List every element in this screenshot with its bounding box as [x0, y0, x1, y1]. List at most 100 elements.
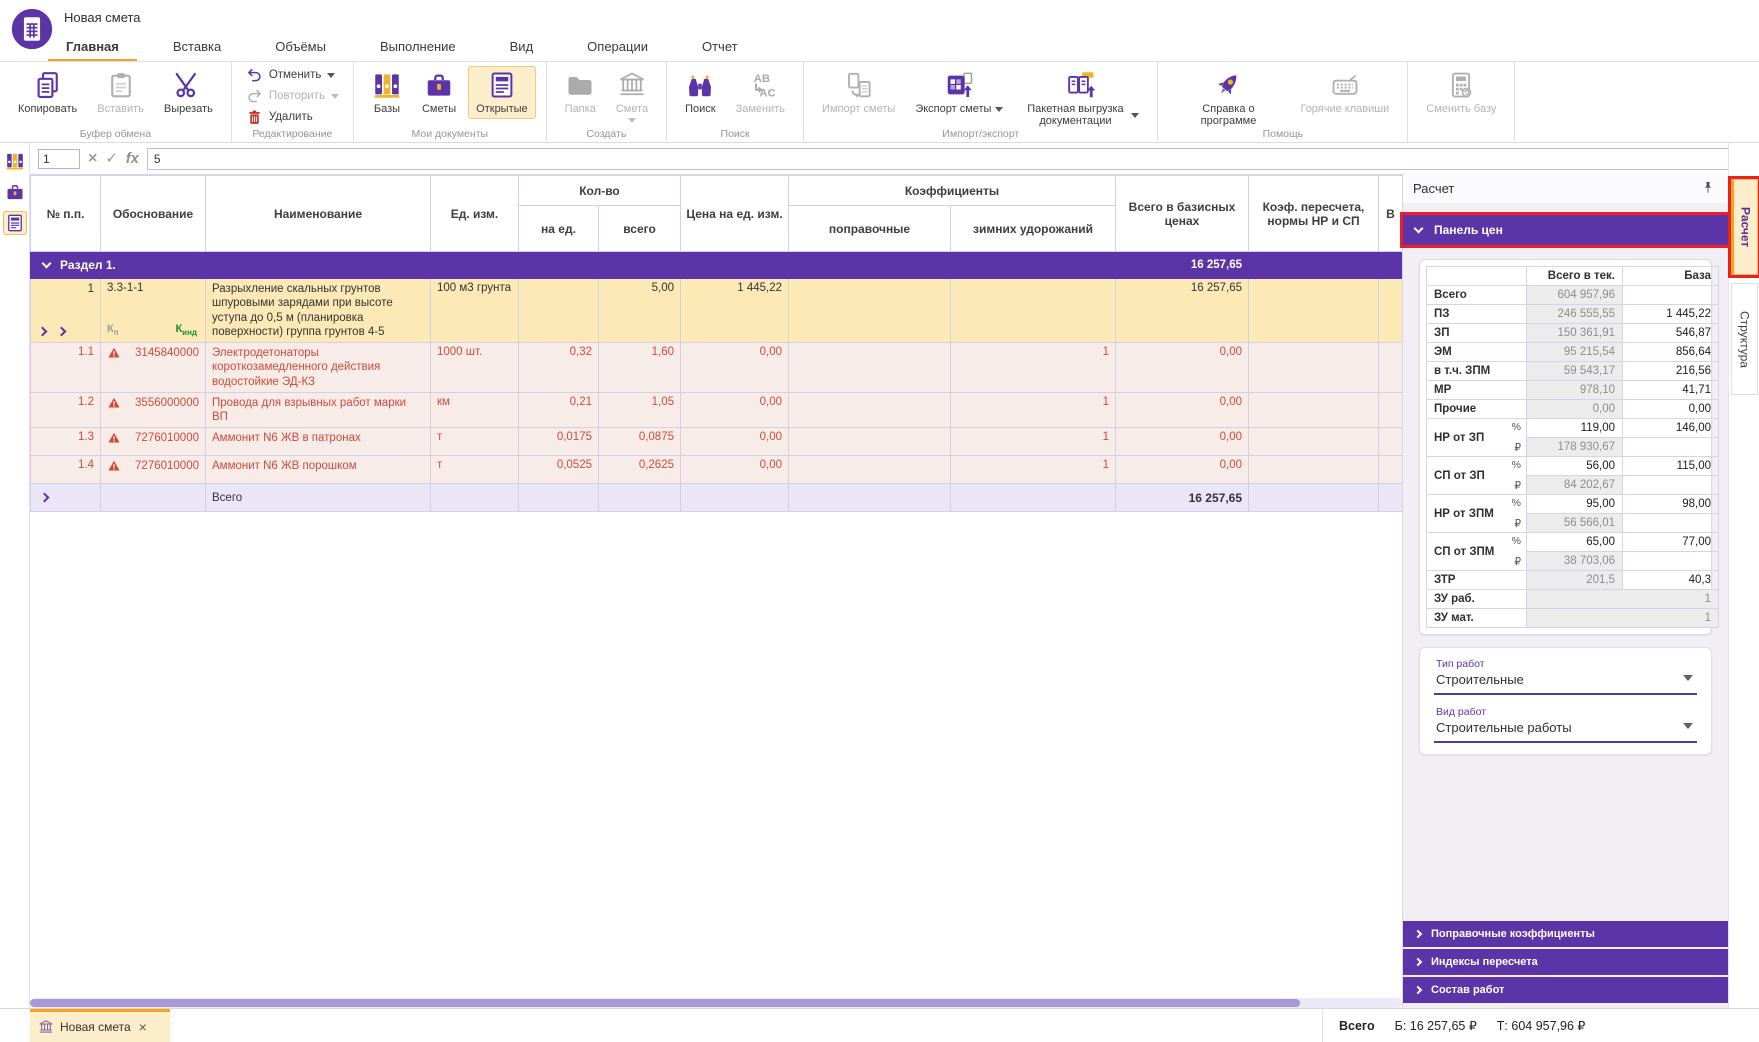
price-current-value[interactable]: 604 957,96: [1527, 286, 1623, 305]
section-row[interactable]: Раздел 1.16 257,65: [31, 252, 1403, 279]
justification-cell[interactable]: 7276010000: [101, 456, 206, 484]
recalc-coef-cell[interactable]: [1249, 428, 1379, 456]
percent-base-value[interactable]: 77,00: [1623, 533, 1719, 552]
ruble-base-value[interactable]: [1623, 552, 1719, 571]
qty-per-unit-cell[interactable]: 0,0525: [519, 456, 599, 484]
qty-total-cell[interactable]: 1,05: [599, 392, 681, 428]
ruble-current-value[interactable]: 38 703,06: [1527, 552, 1623, 571]
menu-tab-Вид[interactable]: Вид: [508, 33, 536, 60]
unit-price-cell[interactable]: 0,00: [681, 392, 789, 428]
percent-current-value[interactable]: 56,00: [1527, 457, 1623, 476]
justification-cell[interactable]: 7276010000: [101, 428, 206, 456]
justification-cell[interactable]: 3556000000: [101, 392, 206, 428]
cut-cell[interactable]: [1379, 428, 1403, 456]
chevron-right-icon[interactable]: [40, 492, 50, 502]
menu-tab-Выполнение[interactable]: Выполнение: [378, 33, 458, 60]
sidebar-open-docs-icon[interactable]: [3, 211, 27, 235]
menu-tab-Вставка[interactable]: Вставка: [171, 33, 223, 60]
chevron-down-icon[interactable]: [42, 259, 52, 269]
base-total-cell[interactable]: 16 257,65: [1116, 279, 1249, 343]
price-base-value[interactable]: 40,3: [1623, 571, 1719, 590]
price-panel-section-header[interactable]: Панель цен: [1403, 215, 1728, 245]
qty-total-cell[interactable]: 0,2625: [599, 456, 681, 484]
pin-icon[interactable]: [1700, 180, 1716, 196]
correction-coef-cell[interactable]: [789, 279, 951, 343]
price-base-value[interactable]: 41,71: [1623, 381, 1719, 400]
work-kind-dropdown[interactable]: Вид работ Строительные работы: [1434, 704, 1697, 743]
unit-cell[interactable]: т: [431, 456, 519, 484]
ribbon-button-Удалить[interactable]: Удалить: [242, 108, 317, 127]
recalc-coef-cell[interactable]: [1249, 279, 1379, 343]
base-total-cell[interactable]: 0,00: [1116, 428, 1249, 456]
price-current-value[interactable]: 0,00: [1527, 400, 1623, 419]
menu-tab-Операции[interactable]: Операции: [585, 33, 650, 60]
section-correction-coefficients[interactable]: Поправочные коэффициенты: [1403, 921, 1728, 947]
chevron-down-icon[interactable]: [1131, 113, 1139, 118]
correction-coef-cell[interactable]: [789, 428, 951, 456]
ruble-current-value[interactable]: 178 930,67: [1527, 438, 1623, 457]
document-tab[interactable]: Новая смета ×: [30, 1009, 170, 1042]
kind-badge[interactable]: Кинд: [175, 323, 197, 337]
justification-cell[interactable]: 3.3-1-1КпКинд: [101, 279, 206, 343]
menu-tab-Отчет[interactable]: Отчет: [700, 33, 740, 60]
name-cell[interactable]: Разрыхление скальных грунтов шпуровыми з…: [206, 279, 431, 343]
unit-price-cell[interactable]: 0,00: [681, 456, 789, 484]
row-number-cell[interactable]: 1.3: [31, 428, 101, 456]
side-tab-calculation[interactable]: Расчет: [1731, 179, 1758, 275]
sidebar-briefcase-icon[interactable]: [3, 180, 27, 204]
sidebar-binders-icon[interactable]: [3, 149, 27, 173]
unit-cell[interactable]: 100 м3 грунта: [431, 279, 519, 343]
recalc-coef-cell[interactable]: [1249, 392, 1379, 428]
cut-cell[interactable]: [1379, 279, 1403, 343]
ribbon-button-Отменить[interactable]: Отменить: [242, 66, 340, 85]
resource-row[interactable]: 1.23556000000Провода для взрывных работ …: [31, 392, 1403, 428]
section-work-composition[interactable]: Состав работ: [1403, 977, 1728, 1003]
name-cell[interactable]: Аммонит N6 ЖВ порошком: [206, 456, 431, 484]
name-cell[interactable]: Провода для взрывных работ марки ВП: [206, 392, 431, 428]
price-current-value[interactable]: 95 215,54: [1527, 343, 1623, 362]
ribbon-button-Копировать[interactable]: Копировать: [10, 66, 85, 119]
unit-cell[interactable]: 1000 шт.: [431, 343, 519, 393]
formula-input[interactable]: [147, 148, 1741, 170]
unit-price-cell[interactable]: 0,00: [681, 343, 789, 393]
ribbon-button-Поиск[interactable]: Поиск: [677, 66, 723, 119]
ribbon-button-Экспорт сметы[interactable]: Экспорт сметы: [907, 66, 1011, 119]
winter-coef-cell[interactable]: [951, 279, 1116, 343]
ribbon-button-Пакетная выгрузка документации[interactable]: Пакетная выгрузка документации: [1015, 66, 1147, 132]
percent-current-value[interactable]: 119,00: [1527, 419, 1623, 438]
menu-tab-Объёмы[interactable]: Объёмы: [273, 33, 328, 60]
cut-cell[interactable]: [1379, 456, 1403, 484]
section-total-cell[interactable]: 16 257,65: [1116, 252, 1249, 279]
expander-cell[interactable]: [31, 484, 101, 512]
percent-base-value[interactable]: 98,00: [1623, 495, 1719, 514]
percent-current-value[interactable]: 95,00: [1527, 495, 1623, 514]
price-current-value[interactable]: 978,10: [1527, 381, 1623, 400]
chevron-right-icon[interactable]: [38, 327, 48, 337]
section-cell[interactable]: Раздел 1.: [31, 252, 1116, 279]
cut-cell[interactable]: [1379, 343, 1403, 393]
app-logo-icon[interactable]: [10, 7, 54, 51]
qty-per-unit-cell[interactable]: 0,0175: [519, 428, 599, 456]
price-base-value[interactable]: 0,00: [1623, 400, 1719, 419]
ribbon-button-Базы[interactable]: Базы: [364, 66, 410, 119]
ruble-current-value[interactable]: 84 202,67: [1527, 476, 1623, 495]
ruble-base-value[interactable]: [1623, 476, 1719, 495]
ruble-base-value[interactable]: [1623, 438, 1719, 457]
row-number-cell[interactable]: 1.4: [31, 456, 101, 484]
zu-value[interactable]: 1: [1527, 609, 1719, 628]
justification-cell[interactable]: 3145840000: [101, 343, 206, 393]
ribbon-button-Сметы[interactable]: Сметы: [414, 66, 464, 119]
qty-per-unit-cell[interactable]: [519, 279, 599, 343]
chevron-down-icon[interactable]: [995, 107, 1003, 112]
kp-badge[interactable]: Кп: [107, 323, 119, 337]
row-number-cell[interactable]: 1.2: [31, 392, 101, 428]
base-total-cell[interactable]: 0,00: [1116, 343, 1249, 393]
price-base-value[interactable]: [1623, 286, 1719, 305]
unit-cell[interactable]: км: [431, 392, 519, 428]
ruble-base-value[interactable]: [1623, 514, 1719, 533]
name-cell[interactable]: Электродетонаторы короткозамедленного де…: [206, 343, 431, 393]
ribbon-button-Вырезать[interactable]: Вырезать: [156, 66, 221, 119]
chevron-down-icon[interactable]: [327, 73, 335, 78]
cut-cell[interactable]: [1379, 392, 1403, 428]
side-tab-structure[interactable]: Структура: [1731, 283, 1758, 395]
